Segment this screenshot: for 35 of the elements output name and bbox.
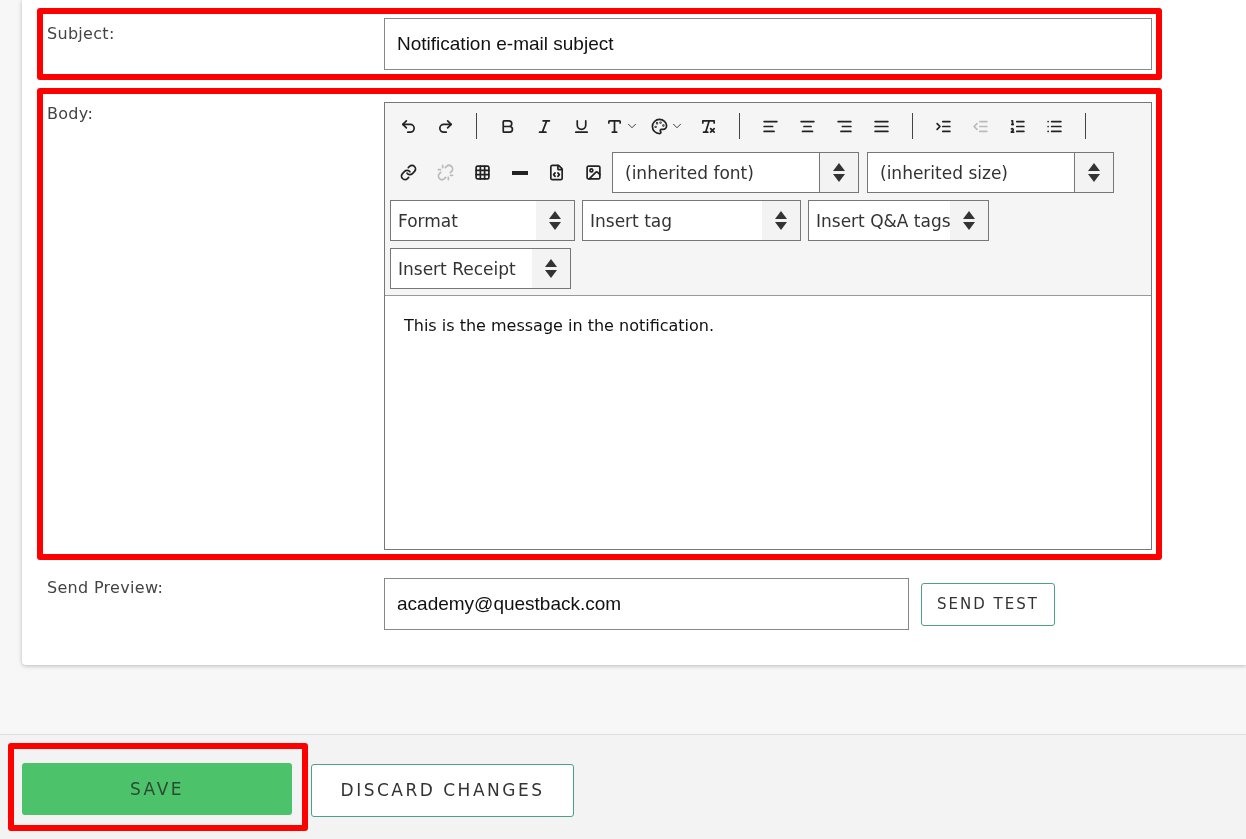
stepper-arrows-icon xyxy=(532,249,570,288)
save-button[interactable]: SAVE xyxy=(22,763,292,815)
stepper-arrows-icon xyxy=(950,201,988,240)
stepper-arrows-icon xyxy=(819,153,858,192)
underline-icon xyxy=(573,117,590,135)
undo-icon xyxy=(400,117,417,135)
field-label: Body: xyxy=(47,103,95,125)
dropdown-select[interactable]: Insert tag xyxy=(582,200,801,241)
stepper-arrows-icon xyxy=(762,201,800,240)
bold-icon xyxy=(499,117,516,135)
subject-input[interactable]: Notification e-mail subject xyxy=(384,18,1152,70)
message-text[interactable]: This is the message in the notification. xyxy=(385,296,1151,549)
dropdown-select[interactable]: Format xyxy=(390,200,575,241)
numbered-list-icon xyxy=(1009,117,1026,135)
discard-button[interactable]: DISCARD CHANGES xyxy=(311,763,574,817)
redo-icon xyxy=(437,117,454,135)
dropdown-select[interactable]: Insert Receipt xyxy=(390,248,571,289)
stepper-arrows-icon xyxy=(536,201,574,240)
source-code-icon xyxy=(548,164,565,181)
table-icon xyxy=(474,164,491,181)
unlink-icon xyxy=(437,164,454,181)
field-label: Send Preview: xyxy=(47,578,165,599)
text-color-icon xyxy=(606,117,623,135)
link-icon xyxy=(400,164,417,181)
send-test-button[interactable]: SEND TEST xyxy=(921,582,1055,626)
palette-icon xyxy=(651,117,668,135)
stepper-arrows-icon xyxy=(1074,153,1113,192)
field-label: Subject: xyxy=(47,23,116,45)
italic-icon xyxy=(536,117,553,135)
dropdown-select[interactable]: (inherited size) xyxy=(867,152,1114,193)
email-input[interactable]: academy@questback.com xyxy=(384,578,909,630)
clear-formatting-icon xyxy=(700,117,717,135)
dropdown-select[interactable]: (inherited font) xyxy=(612,152,859,193)
image-icon xyxy=(585,164,602,181)
dropdown-select[interactable]: Insert Q&A tags xyxy=(808,200,989,241)
